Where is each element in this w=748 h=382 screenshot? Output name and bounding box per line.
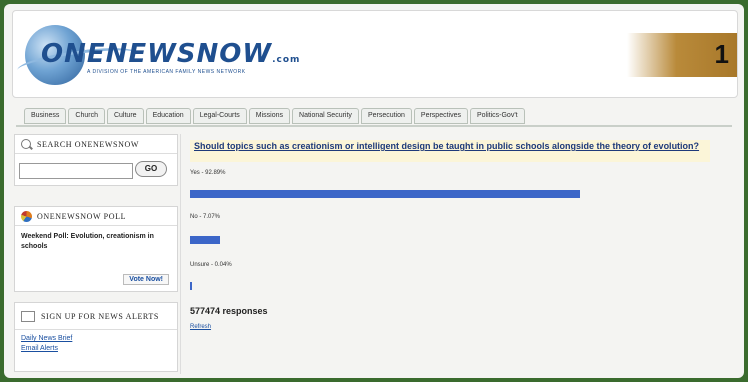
- logo-tagline: A DIVISION OF THE AMERICAN FAMILY NEWS N…: [87, 69, 246, 75]
- sidebar: SEARCH ONENEWSNOW GO ONENEWSNOW POLL Wee…: [14, 134, 178, 374]
- tab-perspectives[interactable]: Perspectives: [413, 108, 468, 124]
- nav-divider: [16, 125, 732, 127]
- poll-heading: ONENEWSNOW POLL: [37, 211, 127, 221]
- tab-business[interactable]: Business: [24, 108, 67, 124]
- vote-now-button[interactable]: Vote Now!: [123, 274, 169, 285]
- badge-number: 1: [714, 39, 729, 69]
- response-count: 577474 responses: [190, 306, 268, 316]
- result-bar-unsure: [190, 282, 192, 290]
- tab-persecution[interactable]: Persecution: [360, 108, 412, 124]
- result-bar-yes: [190, 190, 581, 198]
- logo-suffix: .com: [272, 55, 301, 65]
- alerts-heading: SIGN UP FOR NEWS ALERTS: [41, 311, 159, 321]
- option-label-unsure: Unsure - 0.04%: [190, 262, 232, 268]
- number-badge: 1: [627, 33, 737, 77]
- search-icon: [21, 139, 31, 149]
- site-logo[interactable]: ONENEWSNOW.com: [41, 39, 300, 69]
- category-nav: Business Church Culture Education Legal-…: [24, 108, 724, 124]
- page-frame: ONENEWSNOW.com A DIVISION OF THE AMERICA…: [4, 4, 744, 378]
- alerts-heading-row: SIGN UP FOR NEWS ALERTS: [15, 303, 177, 330]
- tab-legal-courts[interactable]: Legal-Courts: [192, 108, 247, 124]
- tab-politics-govt[interactable]: Politics-Gov't: [469, 108, 525, 124]
- poll-pie-icon: [21, 210, 32, 222]
- tab-culture[interactable]: Culture: [106, 108, 144, 124]
- go-button[interactable]: GO: [135, 161, 167, 177]
- column-divider: [180, 134, 181, 374]
- poll-question: Should topics such as creationism or int…: [190, 140, 710, 162]
- refresh-link[interactable]: Refresh: [190, 324, 211, 330]
- mail-icon: [21, 310, 35, 322]
- poll-box: ONENEWSNOW POLL Weekend Poll: Evolution,…: [14, 206, 178, 292]
- search-input[interactable]: [19, 163, 133, 179]
- poll-heading-row: ONENEWSNOW POLL: [15, 207, 177, 226]
- poll-results: Should topics such as creationism or int…: [186, 138, 738, 374]
- site-header: ONENEWSNOW.com A DIVISION OF THE AMERICA…: [12, 10, 738, 98]
- search-heading-row: SEARCH ONENEWSNOW: [15, 135, 177, 154]
- result-bar-no: [190, 236, 220, 244]
- alerts-box: SIGN UP FOR NEWS ALERTS Daily News Brief…: [14, 302, 178, 372]
- search-box: SEARCH ONENEWSNOW GO: [14, 134, 178, 186]
- tab-education[interactable]: Education: [145, 108, 191, 124]
- search-heading: SEARCH ONENEWSNOW: [37, 139, 139, 149]
- poll-description: Weekend Poll: Evolution, creationism in …: [21, 233, 154, 250]
- option-label-yes: Yes - 92.89%: [190, 170, 226, 176]
- tab-national-security[interactable]: National Security: [292, 108, 359, 124]
- email-alerts-link[interactable]: Email Alerts: [15, 344, 177, 354]
- daily-news-brief-link[interactable]: Daily News Brief: [15, 334, 177, 344]
- tab-church[interactable]: Church: [68, 108, 105, 124]
- option-label-no: No - 7.07%: [190, 214, 221, 220]
- tab-missions[interactable]: Missions: [248, 108, 291, 124]
- logo-name: ONENEWSNOW: [41, 39, 273, 69]
